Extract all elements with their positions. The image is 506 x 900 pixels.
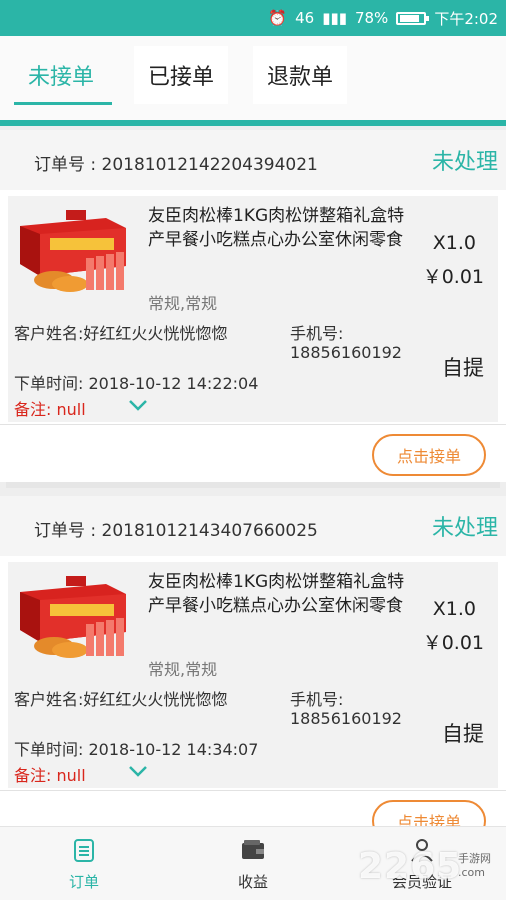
status-bar: ⏰ 46 ▮▮▮ 78% 下午2:02 [0,0,506,36]
product-quantity: X1.0 [432,598,476,620]
battery-icon [396,11,430,25]
delivery-type: 自提 [442,356,484,380]
chevron-down-icon[interactable] [128,398,148,412]
order-number: 订单号 : 20181012142204394021 [34,155,318,175]
delivery-type: 自提 [442,722,484,746]
battery-percent: 78% [354,9,389,27]
nav-income-label: 收益 [237,873,268,891]
product-price: ￥0.01 [422,632,484,654]
order-body[interactable]: 友臣肉松棒1KG肉松饼整箱礼盒特产早餐小吃糕点心办公室休闲零食 常规,常规 X1… [8,196,498,422]
order-time: 下单时间: 2018-10-12 14:34:07 [14,740,259,759]
clock: 下午2:02 [434,9,498,28]
watermark-sub: 手游网 .com [458,852,491,880]
customer-name: 客户姓名:好红红火火恍恍惚惚 [14,690,228,709]
order-card: 订单号 : 20181012143407660025 未处理 友臣肉松棒1KG肉… [0,496,506,842]
order-tabs: 未接单 已接单 退款单 [0,36,506,120]
tab-accepted[interactable]: 已接单 [134,46,229,104]
product-spec: 常规,常规 [148,294,218,313]
chevron-down-icon[interactable] [128,764,148,778]
phone-label: 手机号: [290,324,344,343]
clipboard-icon [74,839,94,862]
order-header: 订单号 : 20181012142204394021 未处理 [0,130,506,190]
tab-refund[interactable]: 退款单 [253,46,348,104]
wallet-icon [242,840,264,859]
order-body[interactable]: 友臣肉松棒1KG肉松饼整箱礼盒特产早餐小吃糕点心办公室休闲零食 常规,常规 X1… [8,562,498,788]
status-icons: ⏰ 46 ▮▮▮ 78% 下午2:02 [268,0,498,36]
product-image [14,570,136,666]
order-status: 未处理 [431,150,498,175]
watermark-sub-line1: 手游网 [458,852,491,865]
order-card: 订单号 : 20181012142204394021 未处理 友臣肉松棒1KG肉… [0,130,506,482]
signal-icon: 46 [295,9,315,27]
product-name: 友臣肉松棒1KG肉松饼整箱礼盒特产早餐小吃糕点心办公室休闲零食 [148,206,405,250]
watermark-logo: 2265 [358,846,463,887]
order-remark: 备注: null [14,766,86,785]
nav-orders-label: 订单 [68,873,99,891]
nav-income[interactable]: 收益 [169,827,337,900]
product-quantity: X1.0 [432,232,476,254]
customer-name: 客户姓名:好红红火火恍恍惚惚 [14,324,228,343]
accept-order-button[interactable]: 点击接单 [372,434,486,476]
nav-orders[interactable]: 订单 [0,827,168,900]
product-price: ￥0.01 [422,266,484,288]
order-time: 下单时间: 2018-10-12 14:22:04 [14,374,259,393]
phone-number: 18856160192 [290,709,402,728]
order-number: 订单号 : 20181012143407660025 [34,521,318,541]
active-tab-indicator [14,102,112,105]
order-header: 订单号 : 20181012143407660025 未处理 [0,496,506,556]
phone-label: 手机号: [290,690,344,709]
divider [0,424,506,425]
product-name: 友臣肉松棒1KG肉松饼整箱礼盒特产早餐小吃糕点心办公室休闲零食 [148,572,405,616]
tab-pending[interactable]: 未接单 [14,46,108,104]
signal-icon-2: ▮▮▮ [322,9,347,27]
order-status: 未处理 [431,516,498,541]
alarm-icon: ⏰ [268,9,288,27]
order-remark: 备注: null [14,400,86,419]
card-separator [6,482,500,488]
tabs-divider [0,120,506,126]
divider [0,790,506,791]
product-spec: 常规,常规 [148,660,218,679]
product-image [14,204,136,300]
phone-number: 18856160192 [290,343,402,362]
watermark-sub-line2: .com [458,866,485,879]
